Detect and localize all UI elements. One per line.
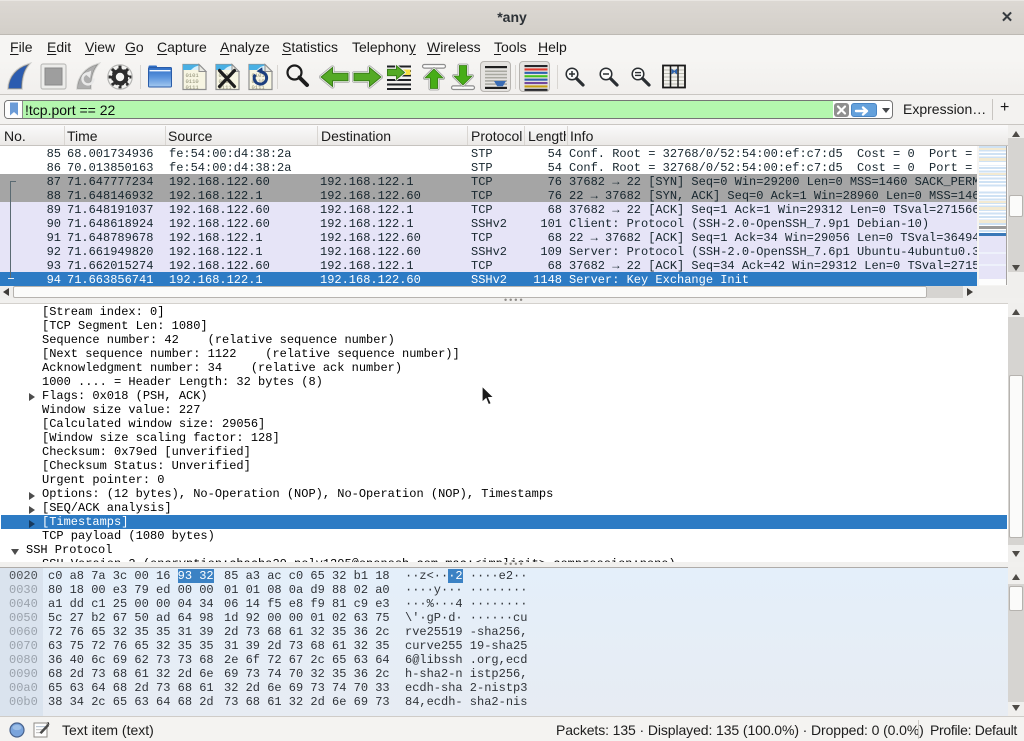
- svg-text:0111: 0111: [186, 84, 200, 91]
